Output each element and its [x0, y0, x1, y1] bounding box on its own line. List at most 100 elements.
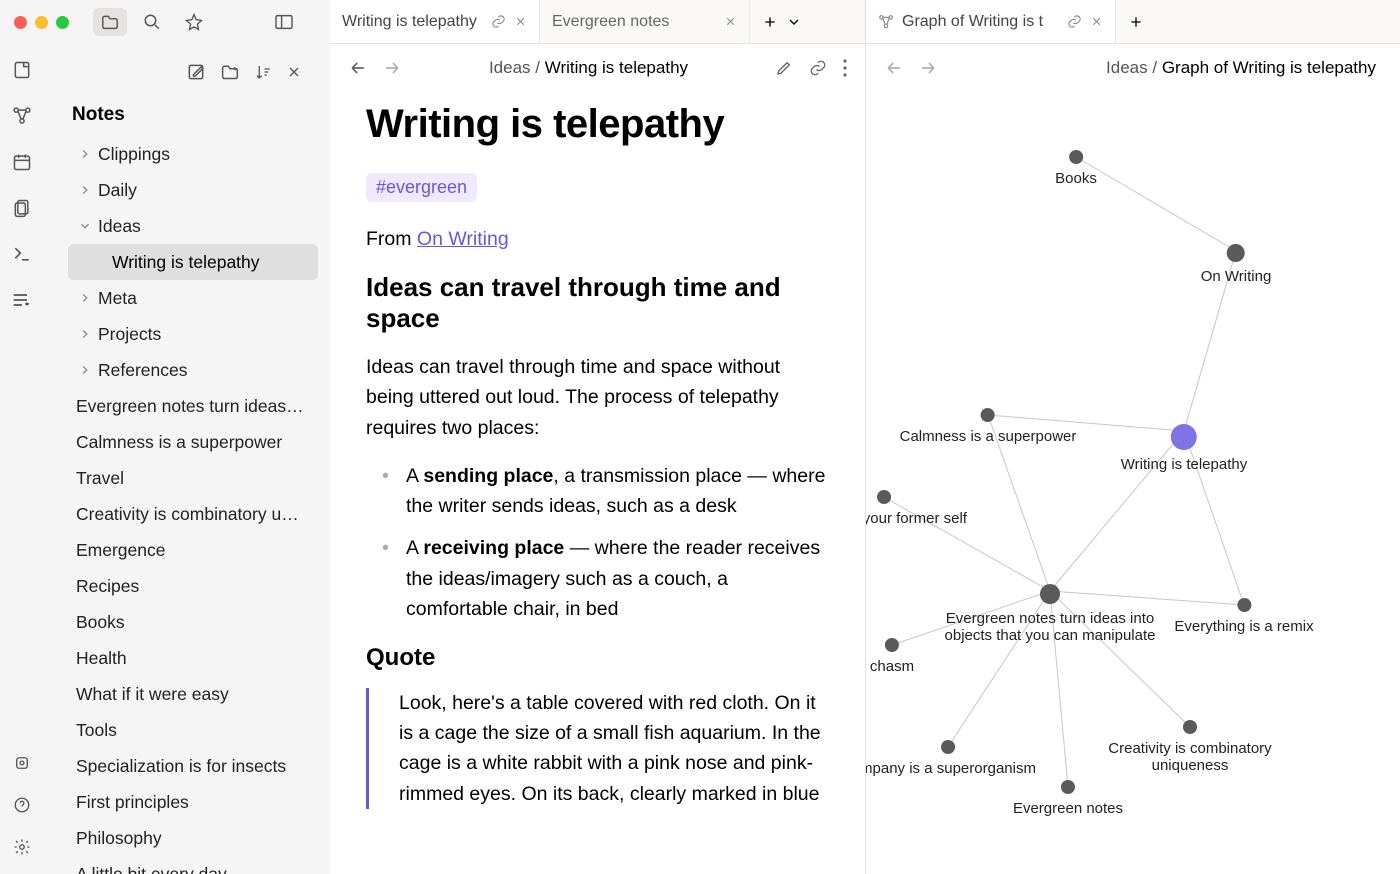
chevron-right-icon[interactable] [78, 183, 98, 197]
graph-node[interactable]: gation to your former self [866, 490, 967, 527]
graph-node[interactable]: Evergreen notes turn ideas into objects … [940, 584, 1160, 644]
list-item: A sending place, a transmission place — … [394, 461, 829, 521]
sidebar-note[interactable]: Recipes [44, 568, 312, 604]
close-window[interactable] [14, 16, 27, 29]
sidebar-folder-projects[interactable]: Projects [56, 316, 318, 352]
calendar-icon[interactable] [12, 152, 32, 172]
sidebar-note[interactable]: First principles [44, 784, 312, 820]
graph-node[interactable]: mpany is a superorganism [866, 740, 1036, 777]
tab-graph[interactable]: Graph of Writing is t [866, 0, 1116, 43]
sidebar-note[interactable]: Evergreen notes turn ideas… [44, 388, 312, 424]
tab-menu-icon[interactable] [786, 14, 802, 30]
doc-paragraph: Ideas can travel through time and space … [366, 352, 829, 443]
sidebar-folder-meta[interactable]: Meta [56, 280, 318, 316]
quick-note-icon[interactable] [12, 60, 32, 80]
graph-tab-icon [878, 14, 894, 30]
sidebar-note[interactable]: Travel [44, 460, 312, 496]
nav-forward-icon[interactable] [382, 58, 402, 78]
sidebar-note[interactable]: Tools [44, 712, 312, 748]
breadcrumb[interactable]: Ideas / Writing is telepathy [414, 58, 763, 78]
graph-node[interactable]: Books [1055, 150, 1097, 187]
sidebar-note[interactable]: Creativity is combinatory u… [44, 496, 312, 532]
nav-back-icon[interactable] [884, 58, 904, 78]
sidebar-note[interactable]: Writing is telepathy [68, 244, 318, 280]
sidebar: Notes ClippingsDailyIdeasWriting is tele… [44, 44, 330, 874]
new-tab-icon[interactable] [762, 14, 778, 30]
graph-node[interactable]: chasm [870, 638, 914, 675]
editor-tabs: Writing is telepathy Evergreen notes [330, 0, 865, 44]
graph-node[interactable]: Creativity is combinatory uniqueness [1085, 720, 1295, 774]
clipboard-icon[interactable] [12, 198, 32, 218]
doc-tag[interactable]: #evergreen [366, 173, 477, 202]
breadcrumb[interactable]: Ideas / Graph of Writing is telepathy [950, 58, 1382, 78]
list-item: A receiving place — where the reader rec… [394, 533, 829, 624]
command-icon[interactable] [12, 244, 32, 264]
sidebar-note[interactable]: Specialization is for insects [44, 748, 312, 784]
sidebar-note[interactable]: Calmness is a superpower [44, 424, 312, 460]
chevron-right-icon[interactable] [78, 147, 98, 161]
tab[interactable]: Evergreen notes [540, 0, 750, 43]
tab-label: Writing is telepathy [342, 13, 483, 31]
search-icon[interactable] [135, 8, 169, 36]
files-icon[interactable] [93, 8, 127, 36]
graph-node[interactable]: On Writing [1201, 244, 1272, 285]
sidebar-toggle-icon[interactable] [267, 8, 301, 36]
graph-node[interactable]: Calmness is a superpower [900, 408, 1077, 445]
source-link[interactable]: On Writing [417, 228, 509, 250]
link-icon[interactable] [809, 59, 827, 77]
tab-label: Evergreen notes [552, 13, 716, 31]
edit-icon[interactable] [775, 59, 793, 77]
new-folder-icon[interactable] [220, 63, 240, 81]
sidebar-note[interactable]: A little bit every day [44, 856, 312, 874]
linked-icon[interactable] [491, 14, 506, 29]
sidebar-note[interactable]: Books [44, 604, 312, 640]
new-tab-icon[interactable] [1128, 14, 1144, 30]
more-icon[interactable] [843, 59, 847, 77]
collapse-icon[interactable] [286, 64, 302, 80]
graph-node[interactable]: Everything is a remix [1174, 598, 1313, 635]
doc-title: Writing is telepathy [366, 102, 829, 147]
document-body[interactable]: Writing is telepathy #evergreen From On … [330, 92, 865, 874]
sidebar-note[interactable]: Emergence [44, 532, 312, 568]
new-note-icon[interactable] [186, 62, 206, 82]
nav-back-icon[interactable] [348, 58, 368, 78]
list-icon[interactable] [12, 290, 32, 310]
doc-quote: Look, here's a table covered with red cl… [366, 688, 829, 809]
nav-forward-icon[interactable] [918, 58, 938, 78]
sidebar-note[interactable]: Philosophy [44, 820, 312, 856]
sidebar-folder-clippings[interactable]: Clippings [56, 136, 318, 172]
close-icon[interactable] [514, 15, 527, 28]
graph-node[interactable]: Evergreen notes [1013, 780, 1123, 817]
chevron-right-icon[interactable] [78, 291, 98, 305]
close-icon[interactable] [1090, 15, 1103, 28]
window-controls [14, 16, 69, 29]
key-icon[interactable] [13, 754, 31, 772]
sidebar-folder-daily[interactable]: Daily [56, 172, 318, 208]
doc-heading: Ideas can travel through time and space [366, 272, 829, 334]
chevron-right-icon[interactable] [78, 363, 98, 377]
sidebar-note[interactable]: Health [44, 640, 312, 676]
graph-icon[interactable] [12, 106, 32, 126]
star-icon[interactable] [177, 8, 211, 36]
tab[interactable]: Writing is telepathy [330, 0, 540, 43]
sidebar-folder-references[interactable]: References [56, 352, 318, 388]
graph-node[interactable]: Writing is telepathy [1121, 424, 1247, 473]
linked-icon[interactable] [1067, 14, 1082, 29]
fullscreen-window[interactable] [56, 16, 69, 29]
sidebar-section-title: Notes [44, 100, 330, 136]
sidebar-folder-ideas[interactable]: Ideas [56, 208, 318, 244]
graph-pane: Graph of Writing is t Ideas / Graph of W… [865, 0, 1400, 874]
graph-canvas[interactable]: Books On Writing Calmness is a superpower W… [866, 92, 1400, 874]
minimize-window[interactable] [35, 16, 48, 29]
editor-pane: Writing is telepathy Evergreen notes Idea… [330, 0, 865, 874]
chevron-down-icon[interactable] [78, 219, 98, 233]
sidebar-note[interactable]: What if it were easy [44, 676, 312, 712]
tab-label: Graph of Writing is t [902, 13, 1059, 31]
sort-icon[interactable] [254, 63, 272, 81]
close-icon[interactable] [724, 15, 737, 28]
chevron-right-icon[interactable] [78, 327, 98, 341]
help-icon[interactable] [13, 796, 31, 814]
quote-heading: Quote [366, 644, 829, 672]
doc-from: From On Writing [366, 224, 829, 254]
settings-icon[interactable] [13, 838, 31, 856]
